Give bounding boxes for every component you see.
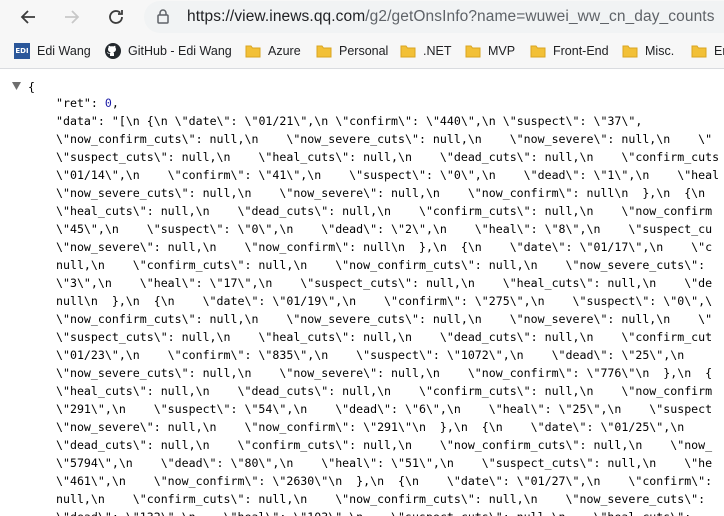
- json-string-line: \"291\",\n \"suspect\": \"54\",\n \"dead…: [56, 402, 713, 416]
- bookmark-folder-dotnet[interactable]: .NET: [400, 42, 451, 60]
- reload-icon: [109, 10, 123, 24]
- bookmark-label: MVP: [488, 44, 516, 58]
- json-string-line: \"461\",\n \"now_confirm\": \"2630\"\n }…: [56, 474, 713, 488]
- json-string-line: \"01/14\",\n \"confirm\": \"41\",\n \"su…: [56, 168, 720, 182]
- folder-icon: [622, 43, 638, 59]
- json-string-line: \"45\",\n \"suspect\": \"0\",\n \"dead\"…: [56, 222, 713, 236]
- json-string-line: \"now_confirm_cuts\": null,\n \"now_seve…: [56, 132, 713, 146]
- bookmark-label: Er: [714, 44, 724, 58]
- bookmark-github[interactable]: GitHub - Edi Wang: [105, 42, 232, 60]
- json-string-line: \"now_severe\": null,\n \"now_confirm\":…: [56, 240, 713, 254]
- json-string-line: \"dead_cuts\": null,\n \"confirm_cuts\":…: [56, 438, 713, 452]
- json-key: "ret": [56, 96, 91, 110]
- json-data-line: "data": "[\n {\n \"date\": \"01/21\",\n …: [56, 114, 643, 128]
- github-icon: [105, 43, 121, 59]
- bookmark-folder-misc[interactable]: Misc.: [622, 42, 674, 60]
- reload-button[interactable]: [104, 5, 128, 29]
- arrow-left-icon: [20, 10, 35, 24]
- forward-button[interactable]: [60, 5, 84, 29]
- bookmark-folder-mvp[interactable]: MVP: [465, 42, 515, 60]
- edi-logo-icon: EDI: [14, 43, 30, 59]
- json-string-line: \"now_severe_cuts\": null,\n \"now_sever…: [56, 366, 713, 380]
- back-button[interactable]: [16, 5, 40, 29]
- url-path: /g2/getOnsInfo?name=wuwei_ww_cn_day_coun…: [365, 8, 715, 25]
- json-string-line: null,\n \"confirm_cuts\": null,\n \"now_…: [56, 492, 706, 506]
- json-string-line: \"suspect_cuts\": null,\n \"heal_cuts\":…: [56, 330, 713, 344]
- json-string-line: \"now_severe_cuts\": null,\n \"now_sever…: [56, 186, 706, 200]
- bookmark-label: GitHub - Edi Wang: [128, 44, 232, 58]
- folder-icon: [316, 43, 332, 59]
- bookmark-folder-er[interactable]: Er: [691, 42, 724, 60]
- json-string-line: \"dead\": \"132\",\n \"heal\": \"103\",\…: [56, 508, 691, 516]
- bookmark-label: Personal: [339, 44, 389, 58]
- url-text: https://view.inews.qq.com/g2/getOnsInfo?…: [187, 8, 715, 26]
- browser-toolbar: https://view.inews.qq.com/g2/getOnsInfo?…: [0, 0, 724, 34]
- bookmark-label: Azure: [268, 44, 301, 58]
- json-string-value: "[\n {\n \"date\": \"01/21\",\n \"confir…: [111, 114, 643, 128]
- bookmark-label: Edi Wang: [37, 44, 91, 58]
- json-string-line: \"heal_cuts\": null,\n \"dead_cuts\": nu…: [56, 204, 713, 218]
- json-key: "data": [56, 114, 98, 128]
- collapse-toggle-icon[interactable]: [12, 82, 21, 90]
- address-bar[interactable]: https://view.inews.qq.com/g2/getOnsInfo?…: [144, 1, 724, 33]
- arrow-right-icon: [65, 10, 80, 24]
- json-string-line: \"now_confirm_cuts\": null,\n \"now_seve…: [56, 312, 713, 326]
- json-string-line: \"suspect_cuts\": null,\n \"heal_cuts\":…: [56, 150, 720, 164]
- bookmark-folder-front-end[interactable]: Front-End: [530, 42, 609, 60]
- bookmark-folder-personal[interactable]: Personal: [316, 42, 388, 60]
- json-string-line: \"heal_cuts\": null,\n \"dead_cuts\": nu…: [56, 384, 713, 398]
- folder-icon: [691, 43, 707, 59]
- folder-icon: [465, 43, 481, 59]
- json-viewer: { "ret": 0, "data": "[\n {\n \"date\": \…: [0, 69, 724, 516]
- json-string-line: \"01/23\",\n \"confirm\": \"835\",\n \"s…: [56, 348, 685, 362]
- bookmarks-bar: EDI Edi Wang GitHub - Edi Wang Azure Per…: [0, 34, 724, 69]
- bookmark-edi-wang[interactable]: EDI Edi Wang: [14, 42, 91, 60]
- json-number-value: 0: [104, 96, 112, 110]
- json-string-line: null\n },\n {\n \"date\": \"01/19\",\n \…: [56, 294, 713, 308]
- folder-icon: [245, 43, 261, 59]
- json-string-line: \"3\",\n \"heal\": \"17\",\n \"suspect_c…: [56, 276, 713, 290]
- json-string-line: null,\n \"confirm_cuts\": null,\n \"now_…: [56, 258, 706, 272]
- json-string-line: \"now_severe\": null,\n \"now_confirm\":…: [56, 420, 685, 434]
- bookmark-label: Misc.: [645, 44, 675, 58]
- json-open-brace: {: [28, 80, 35, 94]
- bookmark-folder-azure[interactable]: Azure: [245, 42, 301, 60]
- folder-icon: [530, 43, 546, 59]
- url-host: https://view.inews.qq.com: [187, 8, 366, 25]
- bookmark-label: .NET: [423, 44, 452, 58]
- json-ret-line: "ret": 0,: [56, 96, 119, 110]
- lock-icon: [157, 9, 169, 24]
- bookmark-label: Front-End: [553, 44, 609, 58]
- json-string-line: \"5794\",\n \"dead\": \"80\",\n \"heal\"…: [56, 456, 713, 470]
- folder-icon: [400, 43, 416, 59]
